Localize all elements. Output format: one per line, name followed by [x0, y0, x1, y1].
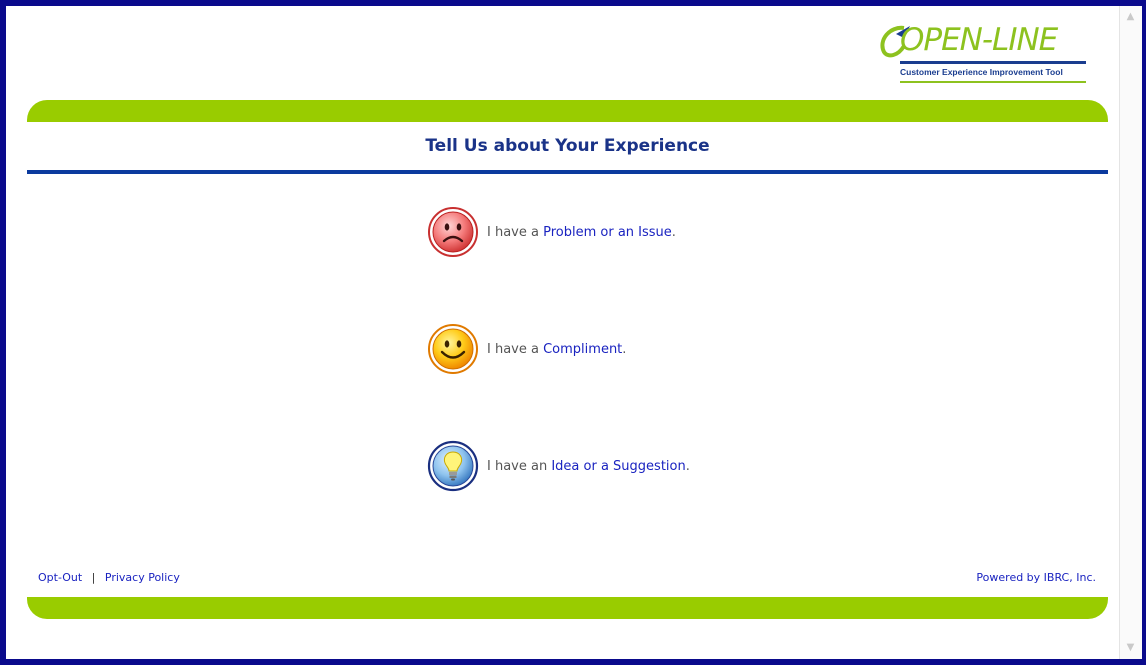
option-idea-prefix: I have an [487, 458, 552, 474]
option-problem[interactable]: I have a Problem or an Issue. [427, 205, 676, 259]
open-line-logo: OPEN-LINE Customer Experience Improvemen… [870, 22, 1092, 88]
option-problem-text: I have a Problem or an Issue. [487, 225, 676, 240]
logo-tagline: Customer Experience Improvement Tool [900, 67, 1063, 77]
header-green-bar [27, 100, 1108, 122]
option-compliment[interactable]: I have a Compliment. [427, 322, 626, 376]
problem-or-issue-link[interactable]: Problem or an Issue [543, 225, 672, 240]
option-compliment-suffix: . [622, 341, 627, 357]
option-compliment-text: I have a Compliment. [487, 342, 626, 357]
sad-face-icon[interactable] [427, 206, 479, 258]
footer-green-bar [27, 597, 1108, 619]
option-idea-text: I have an Idea or a Suggestion. [487, 459, 690, 474]
logo-wordmark: OPEN-LINE [900, 22, 1058, 58]
privacy-policy-link[interactable]: Privacy Policy [105, 571, 180, 584]
compliment-link[interactable]: Compliment [543, 342, 622, 357]
scroll-up-arrow-icon[interactable]: ▲ [1124, 10, 1137, 24]
scroll-down-arrow-icon[interactable]: ▼ [1124, 641, 1137, 655]
option-compliment-prefix: I have a [487, 341, 544, 357]
option-idea[interactable]: I have an Idea or a Suggestion. [427, 439, 690, 493]
opt-out-link[interactable]: Opt-Out [38, 571, 82, 584]
lightbulb-icon[interactable] [427, 440, 479, 492]
footer-links: Opt-Out | Privacy Policy [38, 571, 180, 584]
logo-underline-green [900, 81, 1086, 83]
footer-separator: | [91, 571, 96, 584]
option-idea-suffix: . [685, 458, 690, 474]
page-title: Tell Us about Your Experience [425, 136, 710, 156]
heading-divider [27, 170, 1108, 174]
smiley-face-icon[interactable] [427, 323, 479, 375]
powered-by-link[interactable]: Powered by IBRC, Inc. [976, 571, 1096, 584]
option-problem-suffix: . [671, 224, 676, 240]
powered-by: Powered by IBRC, Inc. [976, 571, 1096, 584]
vertical-scrollbar[interactable]: ▲ ▼ [1119, 6, 1142, 659]
idea-or-suggestion-link[interactable]: Idea or a Suggestion [551, 459, 685, 474]
logo-underline [900, 61, 1086, 64]
option-problem-prefix: I have a [487, 224, 544, 240]
